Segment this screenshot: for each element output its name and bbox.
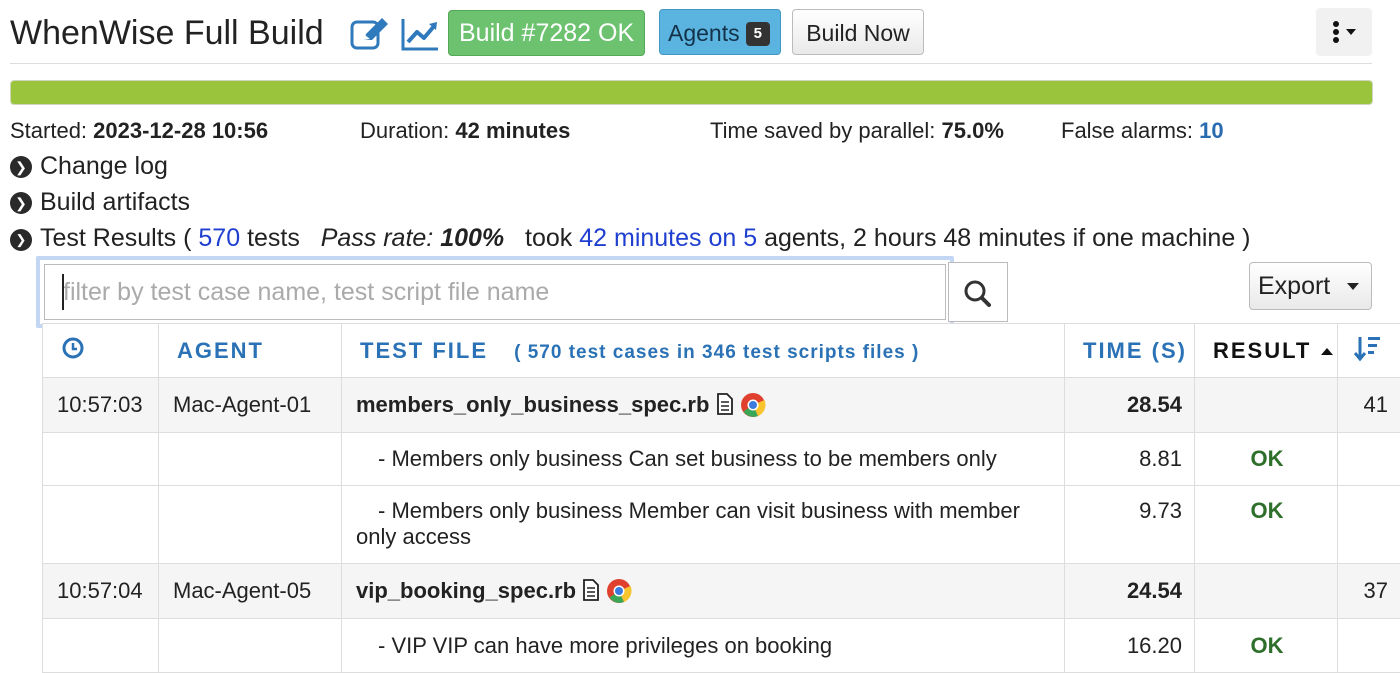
test-file-name[interactable]: members_only_business_spec.rb — [356, 392, 709, 417]
search-icon — [964, 280, 991, 307]
edit-icon[interactable] — [350, 16, 390, 52]
test-file-cell: vip_booking_spec.rb — [341, 563, 1065, 619]
build-status-badge[interactable]: Build #7282 OK — [448, 10, 646, 56]
duration-cell: 8.81 — [1064, 432, 1195, 486]
agents-count-link[interactable]: 5 — [743, 224, 757, 252]
sort-amount-down-icon — [1353, 336, 1380, 361]
header-divider — [10, 63, 1372, 64]
agent-cell: Mac-Agent-01 — [158, 377, 342, 433]
filter-box — [36, 256, 954, 328]
page-title: WhenWise Full Build — [10, 14, 324, 52]
start-time-cell: 10:57:04 — [42, 563, 159, 619]
start-time-cell — [42, 618, 159, 673]
false-alarms-link[interactable]: 10 — [1199, 118, 1223, 143]
change-log-toggle[interactable]: ❯ Change log — [10, 152, 168, 181]
time-saved-stat: Time saved by parallel: 75.0% — [710, 118, 1004, 143]
result-cell: OK — [1194, 485, 1338, 564]
test-file-column-header[interactable]: TEST FILE ( 570 test cases in 346 test s… — [341, 323, 1065, 378]
duration-cell: 16.20 — [1064, 618, 1195, 673]
document-icon[interactable] — [716, 392, 734, 416]
order-column-header[interactable] — [1337, 323, 1400, 378]
table-row[interactable]: - VIP VIP can have more privileges on bo… — [42, 618, 1400, 673]
order-cell — [1337, 618, 1400, 673]
table-row[interactable]: 10:57:03 Mac-Agent-01 members_only_busin… — [42, 377, 1400, 433]
start-time-cell: 10:57:03 — [42, 377, 159, 433]
test-file-summary: ( 570 test cases in 346 test scripts fil… — [514, 341, 920, 363]
build-progress-bar — [10, 80, 1373, 105]
build-now-button[interactable]: Build Now — [792, 9, 924, 55]
build-progress-fill — [11, 81, 1372, 104]
test-results-toggle[interactable]: ❯ Test Results ( 570 tests Pass rate: 100… — [10, 224, 1251, 253]
document-icon[interactable] — [582, 578, 600, 602]
table-row[interactable]: - Members only business Can set business… — [42, 432, 1400, 486]
test-case-cell: - Members only business Can set business… — [341, 432, 1065, 486]
chrome-browser-icon — [740, 393, 766, 417]
chrome-browser-icon — [607, 579, 632, 603]
build-header: WhenWise Full Build Build #7282 OK Agent… — [10, 8, 1372, 60]
agent-cell — [158, 432, 342, 486]
search-button[interactable] — [948, 262, 1008, 322]
chevron-right-circle-icon: ❯ — [10, 156, 32, 178]
start-time-cell — [42, 432, 159, 486]
test-case-cell: - VIP VIP can have more privileges on bo… — [341, 618, 1065, 673]
order-cell: 37 — [1337, 563, 1400, 619]
filter-input[interactable] — [44, 264, 946, 320]
agent-cell — [158, 618, 342, 673]
tests-count-link[interactable]: 570 — [198, 224, 240, 252]
export-dropdown-button[interactable]: Export — [1249, 262, 1372, 310]
duration-column-header[interactable]: TIME (S) — [1064, 323, 1195, 378]
chevron-down-circle-icon: ❯ — [10, 229, 32, 251]
agents-label: Agents — [668, 20, 740, 46]
test-file-name[interactable]: vip_booking_spec.rb — [356, 578, 576, 603]
duration-stat: Duration: 42 minutes — [360, 118, 571, 143]
time-saved-value: 75.0% — [941, 118, 1004, 143]
clock-icon — [62, 337, 84, 358]
line-chart-icon[interactable] — [400, 16, 440, 52]
vertical-ellipsis-dropdown-icon — [1333, 21, 1356, 43]
caret-down-icon — [1347, 283, 1359, 290]
started-value: 2023-12-28 10:56 — [93, 118, 269, 143]
agents-button[interactable]: Agents 5 — [659, 9, 781, 55]
order-cell — [1337, 485, 1400, 564]
time-column-header[interactable] — [42, 323, 159, 378]
order-cell — [1337, 432, 1400, 486]
start-time-cell — [42, 485, 159, 564]
order-cell: 41 — [1337, 377, 1400, 433]
result-cell — [1194, 377, 1338, 433]
table-header-row: AGENT TEST FILE ( 570 test cases in 346 … — [42, 323, 1400, 378]
duration-cell: 28.54 — [1064, 377, 1195, 433]
test-file-cell: members_only_business_spec.rb — [341, 377, 1065, 433]
sort-up-icon — [1320, 347, 1333, 355]
duration-cell: 24.54 — [1064, 563, 1195, 619]
started-stat: Started: 2023-12-28 10:56 — [10, 118, 269, 143]
pass-rate-value: 100% — [440, 224, 505, 252]
result-column-header[interactable]: RESULT — [1194, 323, 1338, 378]
table-row[interactable]: - Members only business Member can visit… — [42, 485, 1400, 564]
agent-cell — [158, 485, 342, 564]
table-row[interactable]: 10:57:04 Mac-Agent-05 vip_booking_spec.r… — [42, 563, 1400, 619]
agent-cell: Mac-Agent-05 — [158, 563, 342, 619]
duration-value: 42 minutes — [455, 118, 571, 143]
text-cursor — [62, 274, 64, 310]
duration-link[interactable]: 42 minutes — [579, 224, 701, 252]
duration-cell: 9.73 — [1064, 485, 1195, 564]
more-menu-button[interactable] — [1316, 8, 1372, 56]
test-case-cell: - Members only business Member can visit… — [341, 485, 1065, 564]
agent-column-header[interactable]: AGENT — [158, 323, 342, 378]
test-results-table: AGENT TEST FILE ( 570 test cases in 346 … — [42, 323, 1400, 673]
result-cell — [1194, 563, 1338, 619]
result-cell: OK — [1194, 432, 1338, 486]
false-alarms-stat: False alarms: 10 — [1061, 118, 1224, 143]
chevron-right-circle-icon: ❯ — [10, 192, 32, 214]
agents-count-badge: 5 — [745, 22, 770, 46]
build-artifacts-toggle[interactable]: ❯ Build artifacts — [10, 188, 190, 217]
result-cell: OK — [1194, 618, 1338, 673]
